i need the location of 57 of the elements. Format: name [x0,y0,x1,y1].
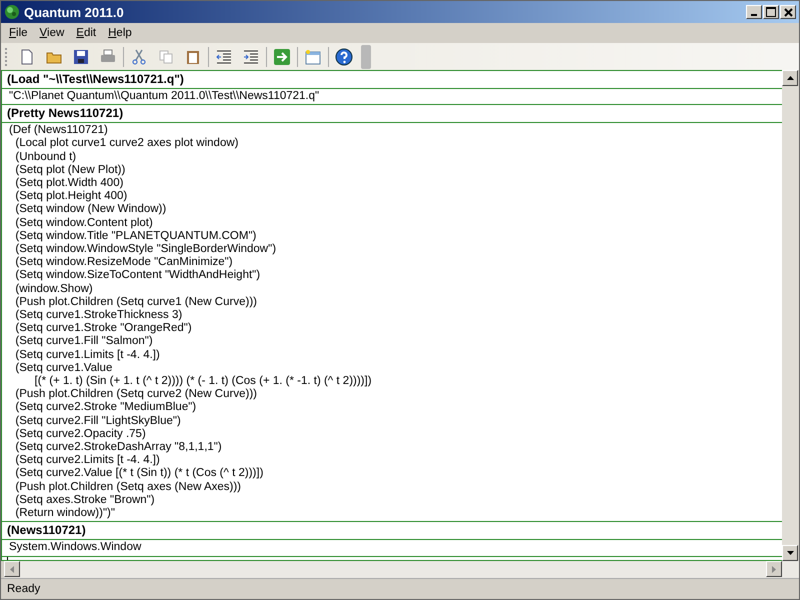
output-line: (Setq curve1.Limits [t -4. 4.]) [14,348,161,362]
output-line: (Setq window.Title "PLANETQUANTUM.COM") [14,230,258,244]
output-line: (Setq window (New Window)) [14,203,168,217]
output-line: (Setq curve2.Value [(* t (Sin t)) (* t (Cos (^ t 2)))]) [14,467,264,481]
output-line: (Push plot.Children (Setq axes (New Axes))) [14,480,242,494]
output-line: (Unbound t) [14,150,78,164]
output-line: (Def (News110721) [9,124,109,138]
horizontal-scrollbar[interactable] [4,561,799,578]
globe-icon [4,4,20,20]
output-line: (Setq curve2.Fill "LightSkyBlue") [14,414,182,428]
output-line: (Setq window.ResizeMode "CanMinimize") [14,256,234,270]
output-line: (Setq window.WindowStyle "SingleBorderWindow") [14,243,278,256]
input-expression: (News110721) [7,523,87,538]
output-line: System.Windows.Window [9,541,142,554]
menu-item[interactable]: View [34,27,70,39]
output-line: (Setq curve1.Value [14,362,114,376]
close-icon [784,8,792,16]
output-line: (Setq curve2.Opacity .75) [14,428,147,442]
maximize-icon [766,7,776,17]
output-line: (Setq curve1.Stroke "OrangeRed") [14,322,193,336]
right-arrow-icon [772,566,776,572]
output-line: (Push plot.Children (Setq curve2 (New Curve))) [14,388,258,402]
maximize-button[interactable] [763,5,779,19]
down-arrow-icon [786,551,794,555]
output-line: (Setq curve2.Limits [t -4. 4.]) [14,454,161,468]
menu-item[interactable]: File [3,27,34,39]
vertical-scrollbar[interactable] [782,70,799,561]
scroll-left-button[interactable] [4,561,20,577]
output-line: (Setq curve2.StrokeDashArray "8,1,1,1") [14,441,223,454]
output-line: (Return window))")" [14,507,116,520]
output-line: (Setq window.SizeToContent "WidthAndHeight") [14,269,262,283]
output-line: (Push plot.Children (Setq curve1 (New Curve))) [14,296,258,310]
window-title: Quantum 2011.0 [24,4,125,20]
output-line: (Setq curve1.Fill "Salmon") [14,335,154,349]
input-expression: (Load "~\\Test\\News110721.q") [7,72,185,87]
close-button[interactable] [780,5,796,19]
output-line: (Setq axes.Stroke "Brown") [14,494,156,508]
left-arrow-icon [10,566,14,572]
output-line: (Setq plot.Width 400) [14,177,124,190]
menu-item[interactable]: Edit [70,27,102,39]
output-line: (window.Show) [14,282,94,296]
output-line: (Setq plot.Height 400) [14,190,128,204]
scroll-up-button[interactable] [782,70,798,86]
scroll-right-button[interactable] [766,561,782,577]
scroll-down-button[interactable] [782,545,798,561]
output-line: (Local plot curve1 curve2 axes plot window) [14,137,240,151]
minimize-button[interactable] [746,5,762,19]
output-line: (Setq plot (New Plot)) [14,164,126,178]
up-arrow-icon [786,76,794,80]
output-line: "C:\\Planet Quantum\\Quantum 2011.0\\Test\\News110721.q" [9,90,320,104]
menu-item[interactable]: Help [102,27,138,39]
output-line: (Setq curve2.Stroke "MediumBlue") [14,401,198,415]
output-line: [(* (+ 1. t) (Sin (+ 1. t (^ t 2)))) (* (- 1. t) (Cos (+ 1. (* -1. t) (^ t 2))))]) [34,375,373,388]
status-text: Ready [7,583,40,595]
output-line: (Setq window.Content plot) [14,216,154,230]
output-line: (Setq curve1.StrokeThickness 3) [14,309,184,322]
input-expression: (Pretty News110721) [7,106,124,122]
